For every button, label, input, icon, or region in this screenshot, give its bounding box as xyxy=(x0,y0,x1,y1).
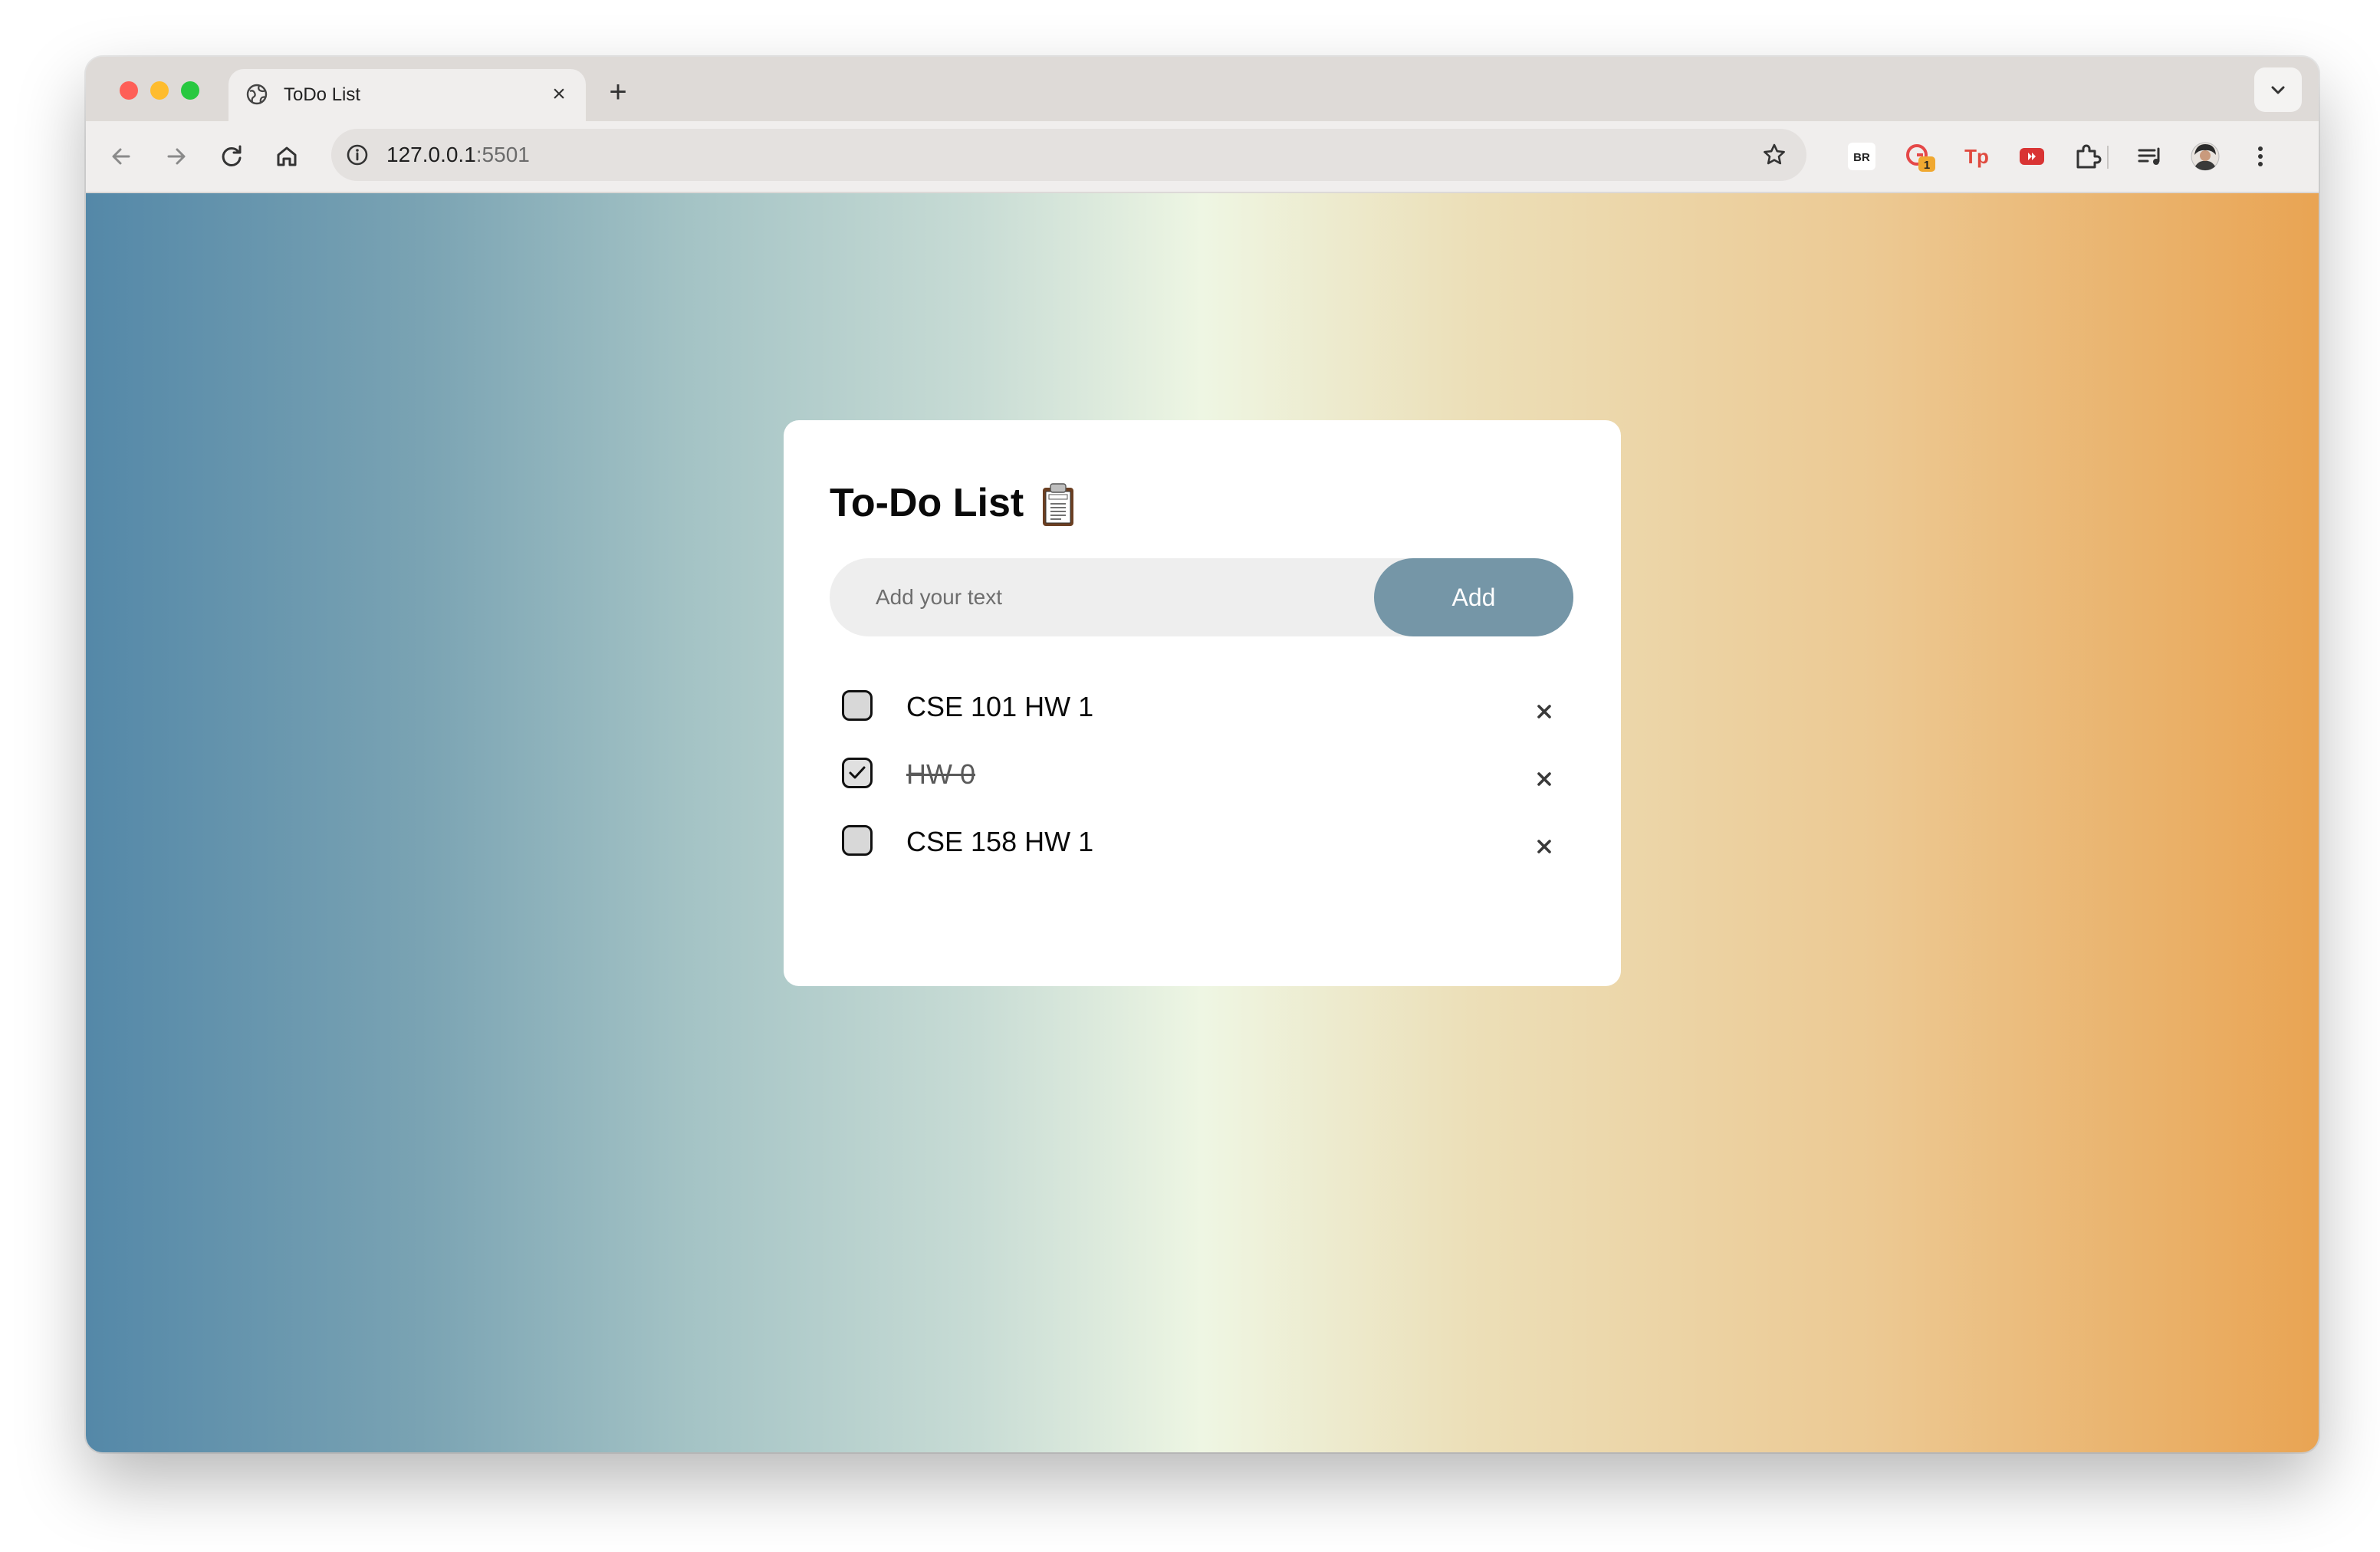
window-maximize-button[interactable] xyxy=(181,81,199,100)
task-input[interactable] xyxy=(830,558,1366,636)
checkmark-icon xyxy=(849,766,866,779)
task-text: CSE 101 HW 1 xyxy=(906,691,1094,722)
puzzle-extensions-icon[interactable] xyxy=(2070,140,2104,173)
profile-avatar[interactable] xyxy=(2188,140,2222,173)
grammar-extension-icon[interactable]: 1 xyxy=(1900,136,1941,178)
add-task-form: Add xyxy=(830,558,1573,636)
tab-todo-list[interactable]: ToDo List × xyxy=(228,69,586,121)
reading-list-icon[interactable] xyxy=(2133,140,2167,173)
window-close-button[interactable] xyxy=(120,81,138,100)
page-viewport: To-Do List Add CSE 101 HW 1 xyxy=(86,193,2319,1452)
br-extension-icon[interactable]: BR xyxy=(1845,140,1879,173)
add-button[interactable]: Add xyxy=(1374,558,1573,636)
video-extension-icon[interactable] xyxy=(2015,140,2049,173)
window-minimize-button[interactable] xyxy=(150,81,169,100)
url-text: 127.0.0.1:5501 xyxy=(386,142,530,168)
task-text: CSE 158 HW 1 xyxy=(906,826,1094,857)
br-extension-label: BR xyxy=(1853,151,1870,164)
clipboard-icon xyxy=(1043,483,1073,526)
bookmark-star-icon[interactable] xyxy=(1759,140,1790,170)
task-text: HW 0 xyxy=(906,758,975,790)
task-item[interactable]: CSE 101 HW 1 xyxy=(830,678,1581,745)
browser-window: ToDo List × + 127.0.0.1:5501 BR 1 Tp To-… xyxy=(86,57,2319,1452)
url-host: 127.0.0.1 xyxy=(386,143,476,166)
new-tab-button[interactable]: + xyxy=(603,77,633,107)
address-bar[interactable]: 127.0.0.1:5501 xyxy=(331,129,1806,181)
tab-title: ToDo List xyxy=(284,84,361,105)
todo-card: To-Do List Add CSE 101 HW 1 xyxy=(784,420,1621,986)
chevron-down-icon xyxy=(2271,86,2285,94)
kebab-menu-icon[interactable] xyxy=(2244,140,2277,173)
forward-arrow-icon[interactable] xyxy=(159,140,193,173)
task-checkbox[interactable] xyxy=(842,758,873,788)
delete-task-icon[interactable] xyxy=(1527,830,1561,863)
reload-icon[interactable] xyxy=(215,140,248,173)
toolbar-separator xyxy=(2107,146,2109,169)
task-list: CSE 101 HW 1 HW 0 CSE 158 HW 1 xyxy=(830,678,1581,880)
task-checkbox[interactable] xyxy=(842,825,873,856)
tab-strip: ToDo List × + xyxy=(86,57,2319,121)
browser-toolbar: 127.0.0.1:5501 BR 1 Tp xyxy=(86,121,2319,193)
tp-extension-icon[interactable]: Tp xyxy=(1960,140,1994,173)
page-title: To-Do List xyxy=(830,481,1024,525)
site-info-icon[interactable] xyxy=(342,140,373,170)
home-icon[interactable] xyxy=(270,140,304,173)
globe-icon xyxy=(246,84,268,105)
delete-task-icon[interactable] xyxy=(1527,762,1561,796)
tp-extension-label: Tp xyxy=(1964,145,1989,168)
task-item[interactable]: HW 0 xyxy=(830,745,1581,813)
task-item[interactable]: CSE 158 HW 1 xyxy=(830,813,1581,880)
url-port: :5501 xyxy=(475,143,530,166)
task-checkbox[interactable] xyxy=(842,690,873,721)
tab-close-button[interactable]: × xyxy=(544,80,574,109)
grammar-extension-badge: 1 xyxy=(1924,159,1930,172)
tab-search-button[interactable] xyxy=(2254,67,2302,112)
delete-task-icon[interactable] xyxy=(1527,695,1561,728)
back-arrow-icon[interactable] xyxy=(104,140,138,173)
